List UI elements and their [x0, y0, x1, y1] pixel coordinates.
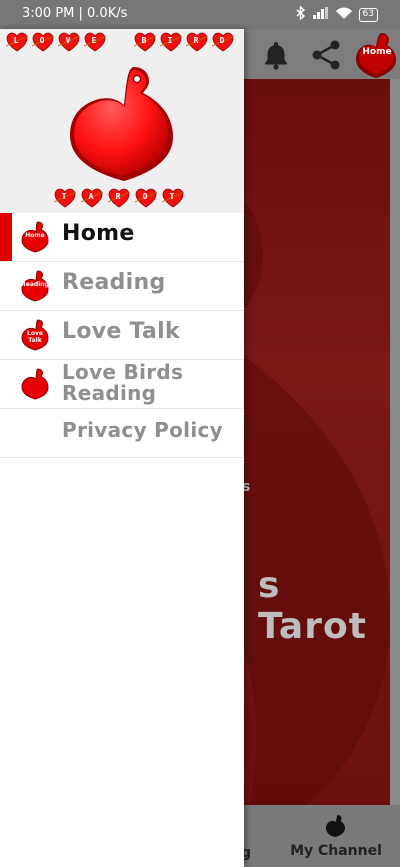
home-badge-button[interactable]: Home: [352, 29, 400, 79]
letter-heart-char: R: [115, 192, 121, 201]
status-bar: 3:00 PM | 0.0K/s 63: [0, 0, 400, 29]
menu-label-love-talk: Love Talk: [62, 319, 180, 344]
letter-heart-icon: R: [185, 31, 209, 53]
menu-label-privacy-policy: Privacy Policy: [62, 418, 223, 442]
share-icon[interactable]: [306, 35, 346, 75]
love-bird-logo-icon: [70, 67, 173, 181]
letter-heart-icon: T: [161, 187, 185, 209]
menu-item-love-birds-reading[interactable]: Love Birds Reading: [0, 360, 244, 409]
letter-heart-icon: O: [31, 31, 55, 53]
letter-heart-char: O: [142, 192, 148, 201]
letter-heart-icon: V: [57, 31, 81, 53]
letter-heart-icon: D: [211, 31, 235, 53]
drawer-menu: Home Home Reading Reading Love Talk Love…: [0, 213, 244, 458]
letter-heart-icon: T: [53, 187, 77, 209]
header-subtitle-hearts: TAROT: [53, 187, 194, 211]
notifications-bell-icon[interactable]: [256, 35, 296, 75]
menu-label-reading: Reading: [62, 270, 166, 295]
navigation-drawer: L O V E B I R D T A R O T Home Home Reading Reading…: [0, 29, 244, 867]
status-icons: 63: [295, 5, 378, 24]
menu-item-privacy-policy[interactable]: Privacy Policy: [0, 409, 244, 458]
letter-heart-char: E: [91, 36, 97, 45]
letter-heart-icon: R: [107, 187, 131, 209]
background-title: s Tarot: [258, 565, 367, 647]
bluetooth-icon: [295, 5, 307, 24]
status-time: 3:00 PM | 0.0K/s: [22, 6, 128, 21]
letter-heart-char: V: [65, 36, 71, 45]
letter-heart-char: B: [141, 36, 147, 45]
bottom-nav-my-channel-label: My Channel: [290, 843, 382, 859]
letter-heart-char: A: [88, 192, 94, 201]
letter-heart-icon: O: [134, 187, 158, 209]
letter-heart-icon: E: [83, 31, 107, 53]
letter-heart-char: O: [39, 36, 45, 45]
home-badge-label: Home: [362, 47, 392, 57]
letter-heart-char: I: [167, 36, 173, 45]
letter-heart-char: D: [219, 36, 225, 45]
bottom-nav-my-channel[interactable]: My Channel: [286, 813, 386, 863]
drawer-header: L O V E B I R D T A R O T: [0, 29, 244, 213]
heart-bird-icon: [326, 815, 345, 837]
menu-item-love-talk[interactable]: Love Talk Love Talk: [0, 311, 244, 360]
love-birds-heart-icon: [20, 368, 50, 400]
letter-heart-icon: A: [80, 187, 104, 209]
home-heart-icon: Home: [20, 221, 50, 253]
letter-heart-char: T: [169, 192, 175, 201]
reading-heart-icon: Reading: [20, 270, 50, 302]
menu-label-love-birds-reading: Love Birds Reading: [62, 360, 184, 405]
letter-heart-char: L: [13, 36, 19, 45]
menu-item-home[interactable]: Home Home: [0, 213, 244, 262]
letter-heart-icon: I: [159, 31, 183, 53]
menu-label-home: Home: [62, 221, 135, 246]
letter-heart-icon: L: [5, 31, 29, 53]
letter-heart-icon: B: [133, 31, 157, 53]
wifi-icon: [335, 7, 353, 24]
menu-item-reading[interactable]: Reading Reading: [0, 262, 244, 311]
battery-indicator: 63: [358, 8, 378, 22]
signal-icon: [312, 7, 329, 23]
love-talk-heart-icon: Love Talk: [20, 319, 50, 351]
letter-heart-char: R: [193, 36, 199, 45]
header-title-hearts: LOVEBIRD: [5, 31, 242, 55]
letter-heart-char: T: [61, 192, 67, 201]
